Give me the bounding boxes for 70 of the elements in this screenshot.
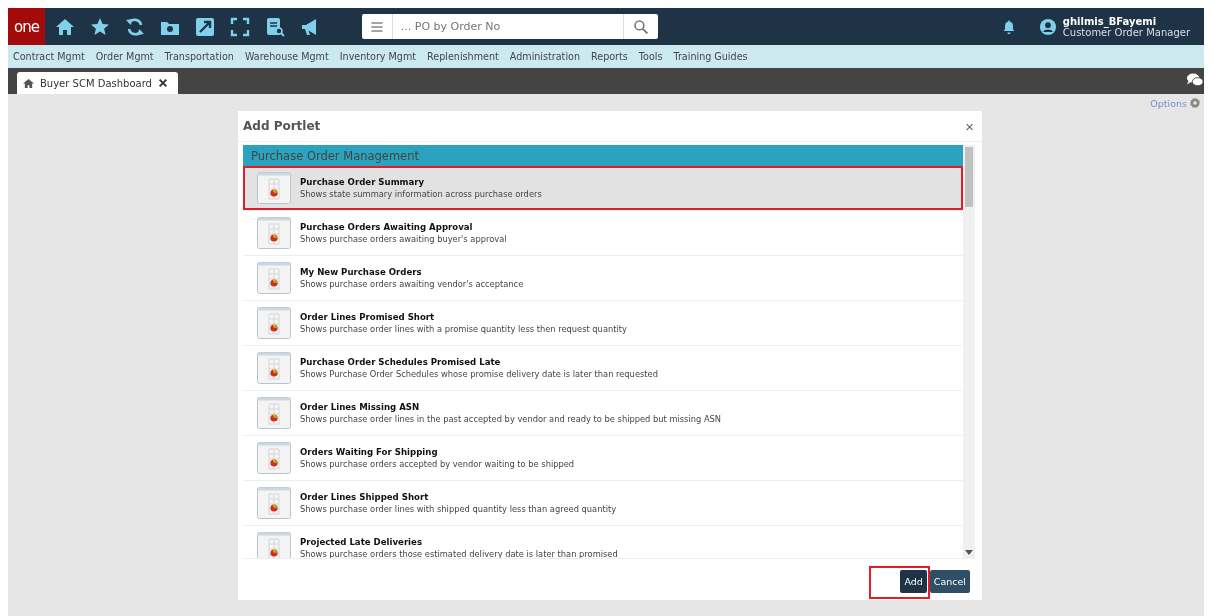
window-chart-icon xyxy=(257,262,291,294)
portlet-title: Order Lines Promised Short xyxy=(300,312,436,322)
menu-item[interactable]: Contract Mgmt xyxy=(13,51,85,62)
menu-item[interactable]: Reports xyxy=(591,51,628,62)
window-chart-icon xyxy=(257,442,291,474)
close-button[interactable]: × xyxy=(965,117,974,135)
portlet-list-item[interactable]: Order Lines Shipped Short Shows purchase order lines with shipped quantity less than agreed quantity xyxy=(243,481,963,525)
portlet-title: My New Purchase Orders xyxy=(300,267,423,277)
portlet-description: Shows purchase orders awaiting buyer's approval xyxy=(300,234,507,244)
scrollbar[interactable] xyxy=(963,145,975,558)
menu-item[interactable]: Warehouse Mgmt xyxy=(244,51,329,62)
portlet-title: Order Lines Missing ASN xyxy=(300,402,421,412)
portlet-list-item[interactable]: Projected Late Deliveries Shows purchase orders those estimated delivery date is later than promised xyxy=(243,526,963,558)
scroll-down-icon[interactable] xyxy=(965,550,973,555)
search-icon[interactable] xyxy=(632,18,649,35)
menu-item[interactable]: Order Mgmt xyxy=(95,51,154,62)
window-chart-icon xyxy=(257,307,291,339)
portlet-title: Projected Late Deliveries xyxy=(300,537,423,547)
portlet-list-item[interactable]: Order Lines Missing ASN Shows purchase order lines in the past accepted by vendor and ready to be shipped but missing ASN xyxy=(243,391,963,435)
portlet-description: Shows state summary information across purchase orders xyxy=(300,189,542,199)
portlet-description: Shows purchase orders accepted by vendor waiting to be shipped xyxy=(300,459,575,469)
menu-item[interactable]: Inventory Mgmt xyxy=(339,51,417,62)
menu-item[interactable]: Administration xyxy=(509,51,580,62)
logo[interactable]: one xyxy=(8,8,45,45)
portlet-list-item[interactable]: Purchase Order Schedules Promised Late Shows Purchase Order Schedules whose promise delivery date is later than requested xyxy=(243,346,963,390)
portlet-list-item[interactable]: Purchase Order Summary Shows state summary information across purchase orders xyxy=(243,166,963,210)
portlet-description: Shows purchase orders awaiting vendor's acceptance xyxy=(300,279,524,289)
dashboard-tab[interactable]: Buyer SCM Dashboard xyxy=(17,72,178,94)
close-icon[interactable] xyxy=(157,78,168,88)
fullscreen-icon[interactable] xyxy=(230,16,250,37)
portlet-title: Orders Waiting For Shipping xyxy=(300,447,439,457)
window-chart-icon xyxy=(257,487,291,519)
user-avatar-icon[interactable] xyxy=(1038,17,1057,36)
menu-item[interactable]: Transportation xyxy=(164,51,234,62)
home-icon[interactable] xyxy=(55,16,75,37)
add-button[interactable]: Add xyxy=(900,570,927,593)
portlet-description: Shows purchase order lines with shipped quantity less than agreed quantity xyxy=(300,504,617,514)
scrollbar-thumb[interactable] xyxy=(965,147,973,207)
portlet-title: Order Lines Shipped Short xyxy=(300,492,430,502)
user-name: ghilmis_BFayemi xyxy=(1062,15,1158,27)
external-link-icon[interactable] xyxy=(195,16,215,37)
cancel-button[interactable]: Cancel xyxy=(929,570,970,593)
portlet-list-item[interactable]: Order Lines Promised Short Shows purchase order lines with a promise quantity less then request quantity xyxy=(243,301,963,345)
user-role: Customer Order Manager xyxy=(1062,26,1190,38)
document-search-icon[interactable] xyxy=(265,16,285,37)
portlet-title: Purchase Order Schedules Promised Late xyxy=(300,357,502,367)
portlet-title: Purchase Orders Awaiting Approval xyxy=(300,222,474,232)
portlet-description: Shows Purchase Order Schedules whose promise delivery date is later than requested xyxy=(300,369,658,379)
window-chart-icon xyxy=(257,397,291,429)
search-field[interactable]: ... PO by Order No xyxy=(361,14,658,39)
menu-item[interactable]: Tools xyxy=(638,51,663,62)
dialog-title: Add Portlet xyxy=(243,119,321,133)
group-header: Purchase Order Management xyxy=(243,145,963,166)
window-chart-icon xyxy=(257,352,291,384)
portlet-list-item[interactable]: My New Purchase Orders Shows purchase orders awaiting vendor's acceptance xyxy=(243,256,963,300)
portlet-title: Purchase Order Summary xyxy=(300,177,426,187)
portlet-description: Shows purchase orders those estimated delivery date is later than promised xyxy=(300,549,618,558)
star-icon[interactable] xyxy=(90,16,110,37)
refresh-icon[interactable] xyxy=(125,16,145,37)
menu-item[interactable]: Replenishment xyxy=(427,51,499,62)
portlet-description: Shows purchase order lines with a promise quantity less then request quantity xyxy=(300,324,627,334)
home-icon[interactable] xyxy=(23,77,34,89)
menu-item[interactable]: Training Guides xyxy=(673,51,748,62)
window-chart-icon xyxy=(257,217,291,249)
chat-icon[interactable] xyxy=(1186,71,1204,87)
portlet-list-item[interactable]: Purchase Orders Awaiting Approval Shows purchase orders awaiting buyer's approval xyxy=(243,211,963,255)
portlet-list-item[interactable]: Orders Waiting For Shipping Shows purchase orders accepted by vendor waiting to be shipped xyxy=(243,436,963,480)
settings-icon[interactable] xyxy=(1189,97,1201,109)
portlet-description: Shows purchase order lines in the past accepted by vendor and ready to be shipped but missing ASN xyxy=(300,414,722,424)
window-chart-icon xyxy=(257,172,291,204)
